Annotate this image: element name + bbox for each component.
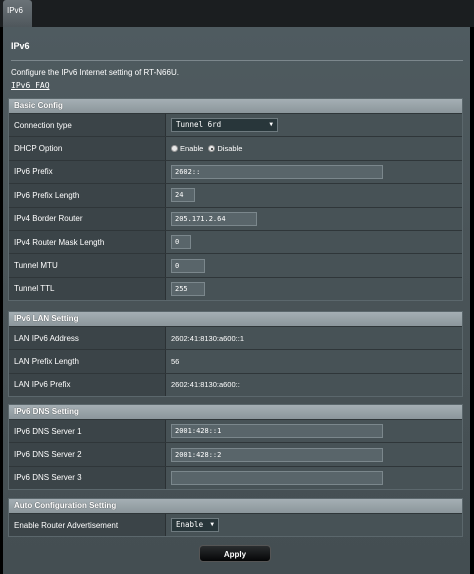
settings-panel: IPv6 Configure the IPv6 Internet setting… — [3, 27, 470, 574]
field-label: LAN Prefix Length — [9, 350, 166, 373]
field-label: IPv6 DNS Server 3 — [9, 466, 166, 490]
field-label: DHCP Option — [9, 137, 166, 160]
dns-server-2-row: IPv6 DNS Server 2 2001:428::2 — [9, 442, 462, 466]
radio-label: Enable — [180, 144, 204, 154]
field-label: IPv6 Prefix — [9, 160, 166, 184]
tab-ipv6[interactable]: IPv6 — [3, 0, 32, 27]
ipv4-border-router-row: IPv4 Border Router 205.171.2.64 — [9, 206, 462, 230]
lan-ipv6-prefix-row: LAN IPv6 Prefix 2602:41:8130:a600:: — [9, 372, 462, 397]
dns-server-1-input[interactable]: 2001:428::1 — [171, 424, 383, 439]
ipv6-lan-section: IPv6 LAN Setting LAN IPv6 Address 2602:4… — [8, 311, 463, 398]
field-label: Tunnel TTL — [9, 277, 166, 301]
field-label: Tunnel MTU — [9, 254, 166, 277]
tunnel-mtu-input[interactable]: 0 — [171, 258, 205, 273]
dhcp-radio-group: Enable Disable — [171, 144, 247, 153]
chevron-down-icon: ▼ — [269, 121, 273, 129]
ipv6-prefix-length-input[interactable]: 24 — [171, 188, 195, 203]
connection-type-select[interactable]: Tunnel 6rd ▼ — [171, 118, 278, 133]
section-header: IPv6 DNS Setting — [9, 405, 462, 419]
basic-config-section: Basic Config Connection type Tunnel 6rd … — [8, 98, 463, 302]
section-header: IPv6 LAN Setting — [9, 312, 462, 326]
dns-server-1-row: IPv6 DNS Server 1 2001:428::1 — [9, 419, 462, 443]
field-label: IPv4 Border Router — [9, 207, 166, 230]
field-label: LAN IPv6 Prefix — [9, 373, 166, 397]
ipv6-prefix-input[interactable]: 2602:: — [171, 164, 383, 179]
ipv4-border-router-input[interactable]: 205.171.2.64 — [171, 211, 257, 226]
dns-server-3-row: IPv6 DNS Server 3 — [9, 465, 462, 490]
tab-bar: IPv6 — [0, 0, 474, 27]
router-advertisement-select[interactable]: Enable ▼ — [171, 518, 219, 533]
tunnel-ttl-row: Tunnel TTL 255 — [9, 276, 462, 301]
ipv4-router-mask-length-input[interactable]: 0 — [171, 235, 191, 250]
ipv6-prefix-length-row: IPv6 Prefix Length 24 — [9, 183, 462, 207]
section-header: Basic Config — [9, 99, 462, 113]
page-title: IPv6 — [11, 41, 30, 51]
field-label: IPv4 Router Mask Length — [9, 230, 166, 254]
dhcp-option-row: DHCP Option Enable Disable — [9, 136, 462, 160]
ipv6-faq-link[interactable]: IPv6 FAQ — [11, 81, 50, 90]
apply-button[interactable]: Apply — [199, 545, 271, 562]
dns-server-2-input[interactable]: 2001:428::2 — [171, 447, 383, 462]
field-label: IPv6 DNS Server 1 — [9, 420, 166, 443]
lan-prefix-length-value: 56 — [171, 357, 180, 367]
field-label: IPv6 DNS Server 2 — [9, 443, 166, 466]
field-label: Enable Router Advertisement — [9, 514, 166, 537]
auto-config-section: Auto Configuration Setting Enable Router… — [8, 498, 463, 538]
dns-server-3-input[interactable] — [171, 470, 383, 485]
dhcp-enable-radio[interactable] — [171, 145, 178, 153]
lan-ipv6-address-value: 2602:41:8130:a600::1 — [171, 333, 244, 343]
connection-type-row: Connection type Tunnel 6rd ▼ — [9, 113, 462, 137]
router-advertisement-row: Enable Router Advertisement Enable ▼ — [9, 513, 462, 537]
select-value: Enable — [176, 520, 204, 530]
chevron-down-icon: ▼ — [210, 521, 214, 529]
lan-ipv6-prefix-value: 2602:41:8130:a600:: — [171, 380, 240, 390]
dhcp-disable-radio[interactable] — [208, 145, 216, 153]
lan-prefix-length-row: LAN Prefix Length 56 — [9, 349, 462, 373]
lan-ipv6-address-row: LAN IPv6 Address 2602:41:8130:a600::1 — [9, 326, 462, 350]
section-header: Auto Configuration Setting — [9, 499, 462, 513]
field-label: LAN IPv6 Address — [9, 327, 166, 350]
divider — [11, 60, 463, 61]
field-label: Connection type — [9, 114, 166, 137]
field-label: IPv6 Prefix Length — [9, 184, 166, 207]
select-value: Tunnel 6rd — [176, 120, 222, 130]
page-description: Configure the IPv6 Internet setting of R… — [11, 68, 179, 77]
ipv6-dns-section: IPv6 DNS Setting IPv6 DNS Server 1 2001:… — [8, 404, 463, 491]
tunnel-mtu-row: Tunnel MTU 0 — [9, 253, 462, 277]
ipv4-router-mask-length-row: IPv4 Router Mask Length 0 — [9, 229, 462, 254]
tunnel-ttl-input[interactable]: 255 — [171, 281, 205, 296]
radio-label: Disable — [217, 144, 243, 154]
ipv6-prefix-row: IPv6 Prefix 2602:: — [9, 159, 462, 184]
